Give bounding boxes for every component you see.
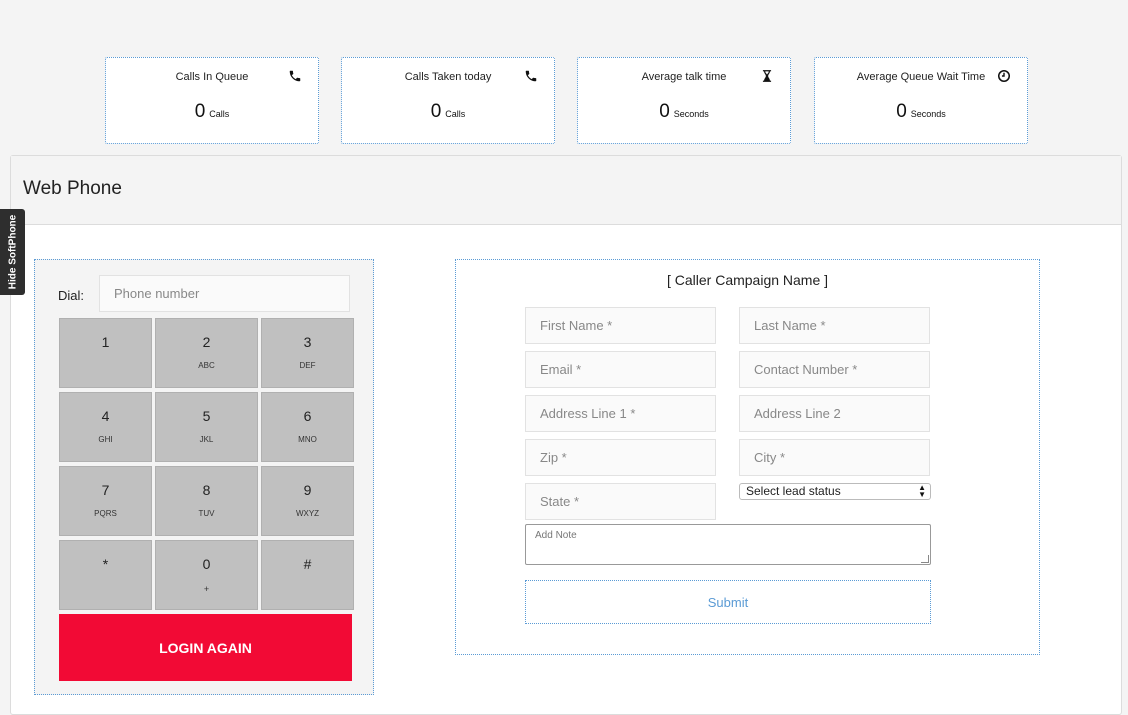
stat-card-calls-taken-today: Calls Taken today 0 Calls: [341, 57, 555, 144]
key-letters: DEF: [299, 361, 316, 370]
key-2[interactable]: 2 ABC: [155, 318, 258, 388]
key-5[interactable]: 5 JKL: [155, 392, 258, 462]
key-star[interactable]: *: [59, 540, 152, 610]
key-digit: 4: [101, 408, 110, 424]
key-4[interactable]: 4 GHI: [59, 392, 152, 462]
key-1[interactable]: 1: [59, 318, 152, 388]
key-letters: JKL: [199, 435, 214, 444]
key-digit: #: [303, 556, 312, 572]
lead-status-select[interactable]: Select lead status ▲ ▼: [739, 483, 931, 500]
stat-unit: Calls: [445, 109, 466, 119]
last-name-field[interactable]: [739, 307, 930, 344]
contact-number-field[interactable]: [739, 351, 930, 388]
phone-number-input[interactable]: [99, 275, 350, 312]
stat-number: 0: [430, 101, 442, 122]
key-digit: 5: [202, 408, 211, 424]
key-6[interactable]: 6 MNO: [261, 392, 354, 462]
key-digit: 9: [303, 482, 312, 498]
stat-unit: Calls: [209, 109, 230, 119]
phone-icon: [525, 70, 537, 82]
clock-icon: [997, 69, 1011, 83]
hide-softphone-tab[interactable]: Hide SoftPhone: [0, 209, 25, 295]
select-arrows-icon: ▲ ▼: [918, 483, 926, 499]
stat-unit: Seconds: [673, 109, 709, 119]
stat-card-calls-in-queue: Calls In Queue 0 Calls: [105, 57, 319, 144]
first-name-field[interactable]: [525, 307, 716, 344]
key-digit: 6: [303, 408, 312, 424]
stat-number: 0: [659, 101, 670, 122]
submit-button[interactable]: Submit: [525, 580, 931, 624]
city-field[interactable]: [739, 439, 930, 476]
stats-bar: Calls In Queue 0 Calls Calls Taken today …: [105, 57, 1028, 144]
lead-status-value: Select lead status: [746, 484, 841, 498]
key-digit: 1: [101, 334, 110, 350]
panel-title: Web Phone: [11, 156, 1121, 225]
stat-number: 0: [194, 101, 206, 122]
key-letters: +: [203, 584, 210, 594]
dialer: Dial: 1 2 ABC 3 DEF 4 GHI 5 JKL 6 MNO 7 PQRS 8…: [34, 259, 374, 695]
key-digit: *: [102, 556, 109, 572]
phone-icon: [289, 70, 301, 82]
stat-label: Calls In Queue: [175, 71, 249, 83]
key-digit: 7: [101, 482, 110, 498]
campaign-name: [ Caller Campaign Name ]: [666, 272, 829, 288]
key-digit: 3: [303, 334, 312, 350]
key-hash[interactable]: #: [261, 540, 354, 610]
key-letters: PQRS: [94, 509, 117, 518]
key-letters: MNO: [298, 435, 317, 444]
stat-value: 0 Calls: [106, 101, 318, 123]
stat-card-average-talk-time: Average talk time 0 Seconds: [577, 57, 791, 144]
hide-softphone-label: Hide SoftPhone: [7, 214, 18, 290]
key-letters: ABC: [198, 361, 215, 370]
dial-label: Dial:: [58, 288, 85, 303]
lead-form: [ Caller Campaign Name ] Select lead sta…: [455, 259, 1040, 655]
stat-label: Average Queue Wait Time: [856, 71, 986, 83]
add-note-textarea[interactable]: [525, 524, 931, 565]
zip-field[interactable]: [525, 439, 716, 476]
stat-value: 0 Calls: [342, 101, 554, 123]
address-line-1-field[interactable]: [525, 395, 716, 432]
key-digit: 8: [202, 482, 211, 498]
resize-grip-icon[interactable]: [921, 555, 929, 563]
key-0[interactable]: 0 +: [155, 540, 258, 610]
login-again-button[interactable]: LOGIN AGAIN: [59, 614, 352, 681]
stat-value: 0 Seconds: [578, 101, 790, 123]
stat-value: 0 Seconds: [815, 101, 1027, 123]
key-digit: 0: [202, 556, 211, 572]
stat-number: 0: [896, 101, 907, 122]
key-digit: 2: [202, 334, 211, 350]
stat-unit: Seconds: [910, 109, 946, 119]
key-7[interactable]: 7 PQRS: [59, 466, 152, 536]
hourglass-icon: [762, 70, 772, 82]
key-8[interactable]: 8 TUV: [155, 466, 258, 536]
key-3[interactable]: 3 DEF: [261, 318, 354, 388]
stat-label: Average talk time: [641, 71, 727, 83]
email-field[interactable]: [525, 351, 716, 388]
key-letters: GHI: [98, 435, 113, 444]
key-letters: WXYZ: [295, 509, 320, 518]
key-letters: TUV: [198, 509, 215, 518]
address-line-2-field[interactable]: [739, 395, 930, 432]
stat-card-average-queue-wait-time: Average Queue Wait Time 0 Seconds: [814, 57, 1028, 144]
stat-label: Calls Taken today: [404, 71, 492, 83]
state-field[interactable]: [525, 483, 716, 520]
key-9[interactable]: 9 WXYZ: [261, 466, 354, 536]
keypad: 1 2 ABC 3 DEF 4 GHI 5 JKL 6 MNO 7 PQRS 8 TUV 9 W…: [59, 318, 354, 610]
